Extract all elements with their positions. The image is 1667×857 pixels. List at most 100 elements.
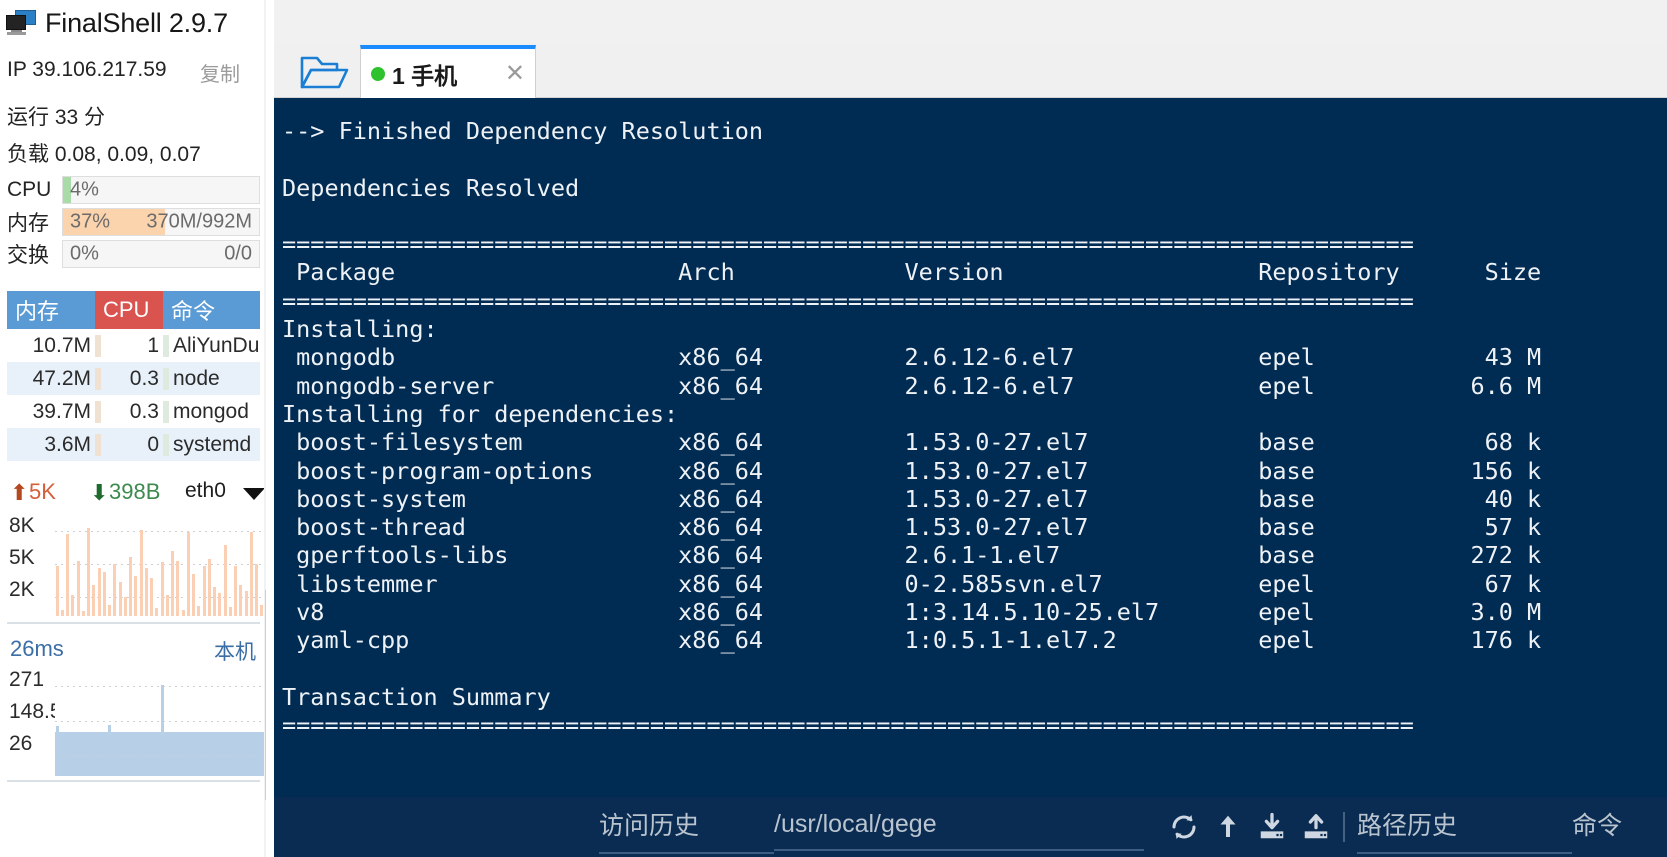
process-table[interactable]: 内存 CPU 命令 10.7M 1 AliYunDun 47.2M 0.3 no… [7, 291, 260, 461]
chart-bar [207, 767, 211, 776]
download-icon[interactable] [1257, 812, 1287, 842]
process-header-memory[interactable]: 内存 [7, 291, 95, 329]
process-header-command[interactable]: 命令 [163, 291, 260, 329]
open-folder-icon[interactable] [286, 47, 364, 97]
chart-bar [239, 585, 243, 616]
chart-bar [76, 767, 80, 776]
parent-directory-icon[interactable] [1213, 812, 1243, 842]
chart-bar [186, 767, 190, 776]
server-monitor-sidebar: FinalShell 2.9.7 IP 39.106.217.59 复制 运行 … [0, 0, 266, 857]
close-icon[interactable]: ✕ [505, 61, 525, 86]
chart-bar [129, 556, 132, 616]
finalshell-window: FinalShell 2.9.7 IP 39.106.217.59 复制 运行 … [0, 0, 1667, 857]
process-memory: 39.7M [32, 399, 91, 423]
chart-bar [97, 568, 101, 616]
terminal-line: libstemmer x86_64 0-2.585svn.el7 epel 67… [282, 569, 1542, 598]
process-memory: 3.6M [44, 432, 91, 456]
terminal-output[interactable]: --> Finished Dependency Resolution Depen… [274, 98, 1667, 857]
chart-bar [139, 767, 143, 776]
chart-bar [113, 564, 117, 616]
chart-bar [71, 767, 75, 776]
terminal-line: boost-filesystem x86_64 1.53.0-27.el7 ba… [282, 428, 1542, 457]
process-command: systemd [173, 432, 252, 456]
terminal-pane: 1 手机 ✕ --> Finished Dependency Resolutio… [274, 0, 1667, 857]
chart-bar [255, 564, 258, 616]
chart-bar [186, 531, 190, 616]
chart-bar [129, 767, 132, 776]
swap-meter-detail: 0/0 [224, 242, 252, 265]
swap-meter-percent: 0% [70, 242, 99, 265]
process-command: AliYunDun [173, 333, 260, 357]
chart-bar [87, 527, 90, 616]
file-manager-toolbar: 访问历史 /usr/local/gege 路径历史 命令 [274, 797, 1667, 857]
chart-bar [160, 562, 164, 616]
chart-bar [202, 767, 206, 776]
command-button[interactable]: 命令 [1572, 806, 1667, 848]
latency-host-label[interactable]: 本机 [214, 636, 256, 666]
latency-summary-row: 26ms 本机 [7, 636, 260, 666]
chart-bar [144, 767, 148, 776]
table-row[interactable]: 39.7M 0.3 mongod [7, 395, 260, 428]
terminal-line: Installing: [282, 315, 438, 344]
chart-bar [213, 767, 216, 776]
monitor-icon [6, 10, 36, 36]
process-header-cpu[interactable]: CPU [95, 291, 163, 329]
swap-meter-track: 0% 0/0 [62, 240, 260, 268]
network-y-tick-0: 8K [9, 514, 35, 537]
chart-bar [223, 767, 227, 776]
chart-bar [155, 608, 159, 616]
table-row[interactable]: 47.2M 0.3 node [7, 362, 260, 395]
path-history-button[interactable]: 路径历史 [1357, 806, 1572, 854]
app-title: FinalShell 2.9.7 [45, 7, 228, 38]
chart-bar [260, 605, 264, 616]
memory-meter-track: 37% 370M/992M [62, 208, 260, 236]
chart-bar [171, 767, 174, 776]
tab-label: 1 手机 [392, 62, 458, 89]
refresh-icon[interactable] [1169, 812, 1199, 842]
chart-bar [55, 726, 59, 776]
table-row[interactable]: 3.6M 0 systemd [7, 428, 260, 461]
upload-icon[interactable] [1301, 812, 1331, 842]
latency-y-tick-2: 26 [9, 732, 33, 755]
chart-bar [108, 604, 111, 616]
path-input[interactable]: /usr/local/gege [774, 810, 1144, 851]
terminal-line: ========================================… [282, 286, 1414, 315]
chart-bar [97, 767, 101, 776]
process-cpu: 0.3 [129, 399, 159, 423]
open-folder-glyph [300, 56, 349, 89]
chart-bar [108, 725, 111, 776]
network-summary-row: ⬆ 5K ⬇ 398B eth0 [7, 478, 265, 508]
chart-bar [228, 767, 232, 776]
process-command: node [173, 366, 220, 390]
chart-bar [249, 531, 253, 616]
network-y-tick-2: 2K [9, 578, 35, 601]
chart-bar [234, 767, 237, 776]
chart-bar [249, 767, 253, 776]
chart-bar [71, 594, 75, 616]
terminal-line: boost-program-options x86_64 1.53.0-27.e… [282, 456, 1542, 485]
chart-bar [144, 568, 148, 616]
chart-bar [218, 593, 222, 616]
terminal-tab[interactable]: 1 手机 ✕ [360, 45, 536, 98]
chart-bar [102, 767, 106, 776]
chart-bar [228, 607, 232, 616]
server-ip: IP 39.106.217.59 [7, 58, 167, 81]
chart-bar [244, 767, 248, 776]
table-row[interactable]: 10.7M 1 AliYunDun [7, 329, 260, 362]
chart-bar [176, 560, 180, 616]
chart-bar [244, 591, 248, 616]
network-interface-select[interactable]: eth0 [185, 479, 226, 503]
terminal-line: boost-thread x86_64 1.53.0-27.el7 base 5… [282, 513, 1542, 542]
sidebar-scrollbar-thumb[interactable] [265, 590, 266, 800]
chart-bar [92, 767, 96, 776]
terminal-line: Dependencies Resolved [282, 173, 580, 202]
copy-ip-button[interactable]: 复制 [200, 58, 240, 87]
process-cpu: 0 [147, 432, 159, 456]
chart-bar [213, 587, 216, 616]
visit-history-button[interactable]: 访问历史 [599, 806, 774, 854]
chart-bar [255, 767, 258, 776]
chevron-down-icon[interactable] [243, 488, 265, 500]
network-download-value: 398B [109, 479, 161, 504]
